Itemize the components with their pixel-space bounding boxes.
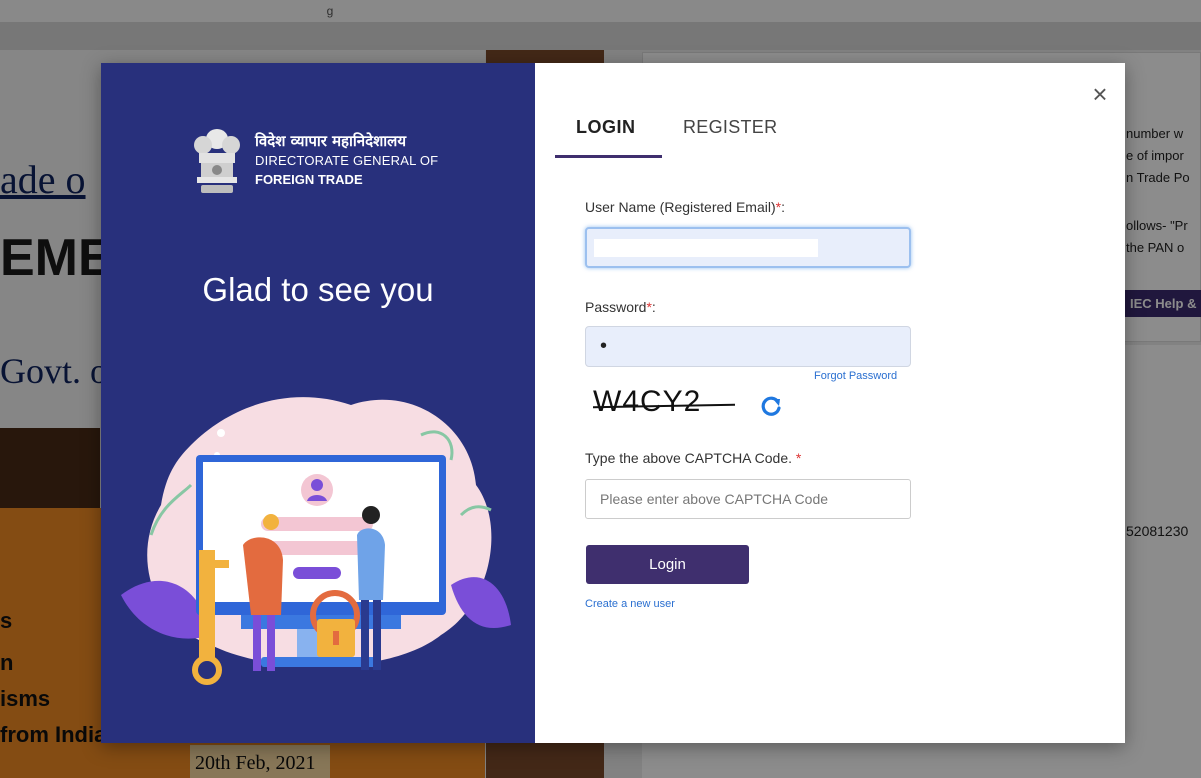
login-panel: × LOGIN REGISTER User Name (Registered E…	[535, 63, 1125, 743]
login-modal: विदेश व्यापार महानिदेशालय DIRECTORATE GE…	[101, 63, 1125, 743]
password-input[interactable]	[585, 326, 911, 367]
tab-register[interactable]: REGISTER	[683, 117, 777, 138]
login-button[interactable]: Login	[586, 545, 749, 584]
required-marker: *	[775, 199, 782, 215]
brand-hindi-name: विदेश व्यापार महानिदेशालय	[255, 132, 407, 150]
captcha-input[interactable]	[585, 479, 911, 519]
welcome-panel: विदेश व्यापार महानिदेशालय DIRECTORATE GE…	[101, 63, 535, 743]
brand-name-line-2: FOREIGN TRADE	[255, 172, 363, 187]
username-label: User Name (Registered Email)*:	[585, 199, 785, 215]
greeting-text: Glad to see you	[202, 271, 434, 308]
autofill-highlight	[594, 239, 818, 257]
username-label-text: User Name (Registered Email)	[585, 199, 776, 215]
refresh-icon[interactable]	[758, 393, 784, 419]
close-icon: ×	[1092, 79, 1108, 109]
required-marker: *	[646, 299, 652, 315]
password-label: Password*:	[585, 299, 656, 315]
login-illustration	[121, 397, 511, 685]
required-marker: *	[795, 450, 802, 466]
active-tab-indicator	[555, 155, 662, 158]
national-emblem-icon	[194, 129, 240, 193]
captcha-image: W4CY2	[593, 385, 702, 418]
captcha-label-text: Type the above CAPTCHA Code.	[585, 450, 796, 466]
brand-name-line-1: DIRECTORATE GENERAL OF	[255, 153, 439, 168]
tab-login[interactable]: LOGIN	[576, 117, 636, 138]
create-user-link[interactable]: Create a new user	[585, 598, 675, 610]
forgot-password-link[interactable]: Forgot Password	[814, 370, 897, 382]
close-button[interactable]: ×	[1087, 81, 1113, 107]
password-label-text: Password	[585, 299, 647, 315]
captcha-label: Type the above CAPTCHA Code. *	[585, 450, 801, 466]
